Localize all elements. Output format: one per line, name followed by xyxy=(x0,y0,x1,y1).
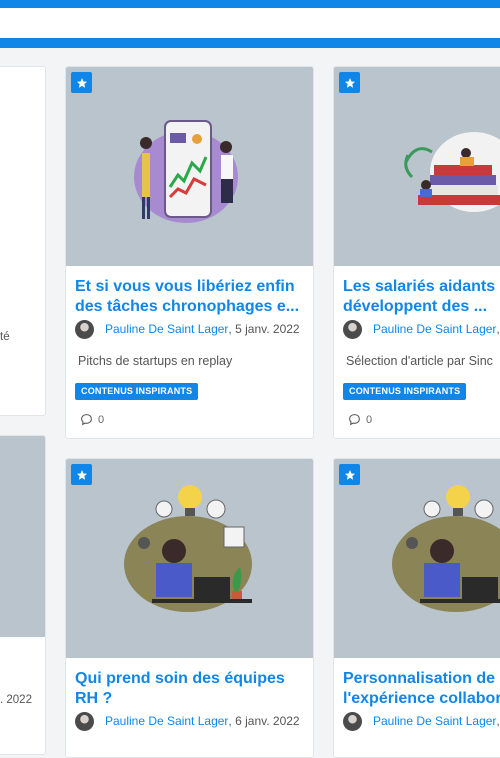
comment-icon xyxy=(81,414,92,426)
author-link[interactable]: Pauline De Saint Lager xyxy=(105,322,228,336)
star-icon[interactable] xyxy=(71,72,92,93)
card-title[interactable]: Et si vous vous libériez enfin des tâche… xyxy=(75,277,307,317)
comments-count[interactable]: 0 xyxy=(348,413,372,426)
search-bar[interactable] xyxy=(0,8,500,38)
card-partial-top[interactable] xyxy=(0,66,46,416)
books-illustration xyxy=(404,132,500,212)
card-thumbnail xyxy=(334,67,500,266)
card-partial-text: té xyxy=(0,331,10,343)
card-partial-bottom[interactable] xyxy=(0,435,46,755)
category-tag[interactable]: CONTENUS INSPIRANTS xyxy=(343,383,467,400)
article-card[interactable]: Les salariés aidants développent des ...… xyxy=(333,66,500,439)
card-description: Pitchs de startups en replay xyxy=(78,354,233,368)
avatar xyxy=(343,319,362,339)
author-row: Pauline De Saint Lager , 5 janv. 2022 xyxy=(75,319,313,339)
card-description: Sélection d'article par Sinc xyxy=(346,354,493,368)
card-title[interactable]: Qui prend soin des équipes RH ? xyxy=(75,669,307,709)
article-card[interactable]: Qui prend soin des équipes RH ? Pauline … xyxy=(65,458,314,758)
card-title[interactable]: Personnalisation de l'expérience collabo… xyxy=(343,669,500,709)
author-row: Pauline De Saint Lager , xyxy=(343,319,500,339)
comments-number: 0 xyxy=(98,413,105,426)
card-thumbnail xyxy=(0,436,45,637)
author-row: Pauline De Saint Lager , 6 janv. 2022 xyxy=(75,711,313,731)
top-bar xyxy=(0,0,500,48)
author-link[interactable]: Pauline De Saint Lager xyxy=(105,714,228,728)
avatar xyxy=(75,319,94,339)
thinking-man-illustration xyxy=(124,485,252,612)
card-title[interactable]: Les salariés aidants développent des ... xyxy=(343,277,500,317)
article-card[interactable]: Personnalisation de l'expérience collabo… xyxy=(333,458,500,758)
star-icon[interactable] xyxy=(339,72,360,93)
avatar xyxy=(75,711,94,731)
comments-count[interactable]: 0 xyxy=(80,413,104,426)
thinking-man-illustration xyxy=(392,485,500,612)
avatar xyxy=(343,711,362,731)
card-thumbnail xyxy=(334,459,500,658)
post-date: , 6 janv. 2022 xyxy=(228,714,300,728)
category-tag[interactable]: CONTENUS INSPIRANTS xyxy=(75,383,199,400)
comments-number: 0 xyxy=(366,413,373,426)
comment-icon xyxy=(349,414,360,426)
card-partial-date: . 2022 xyxy=(0,694,32,706)
post-date: , xyxy=(496,714,500,728)
phone-analytics-illustration xyxy=(134,120,238,223)
author-row: Pauline De Saint Lager , xyxy=(343,711,500,731)
card-thumbnail xyxy=(66,67,313,266)
author-link[interactable]: Pauline De Saint Lager xyxy=(373,714,496,728)
star-icon[interactable] xyxy=(339,464,360,485)
author-link[interactable]: Pauline De Saint Lager xyxy=(373,322,496,336)
post-date: , 5 janv. 2022 xyxy=(228,322,300,336)
card-thumbnail xyxy=(66,459,313,658)
star-icon[interactable] xyxy=(71,464,92,485)
article-card[interactable]: Et si vous vous libériez enfin des tâche… xyxy=(65,66,314,439)
post-date: , xyxy=(496,322,500,336)
